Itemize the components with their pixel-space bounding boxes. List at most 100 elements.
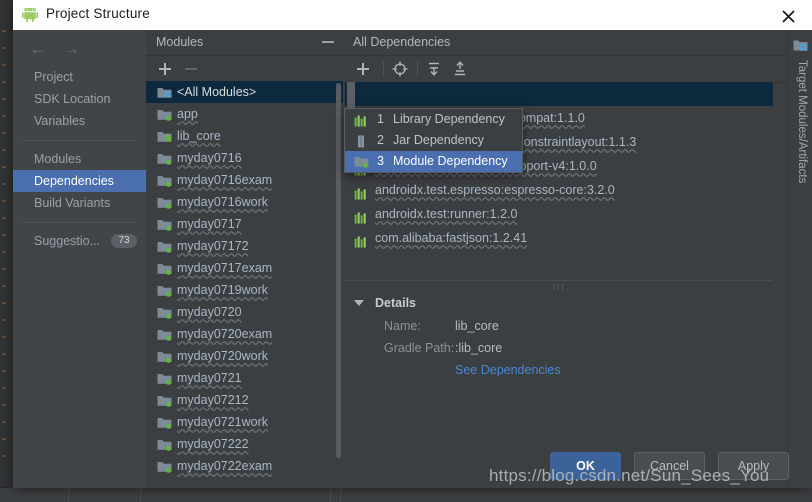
menu-item-jar-dependency[interactable]: 2 Jar Dependency — [345, 130, 522, 151]
module-folder-icon — [157, 393, 172, 407]
move-up-button[interactable] — [451, 60, 469, 78]
toolbar-divider — [417, 61, 418, 77]
module-folder-icon — [157, 107, 172, 121]
modules-list[interactable]: <All Modules> app lib_core myday0716 myday07… — [146, 81, 343, 488]
module-folder-icon — [157, 195, 172, 209]
module-list-item[interactable]: myday07212 — [146, 389, 343, 411]
panel-splitter[interactable]: ⁝⁝⁝ — [345, 280, 773, 292]
editor-code-line: - — [1, 145, 8, 157]
scope-button[interactable] — [391, 60, 409, 78]
sidebar-item-suggestio[interactable]: Suggestio... 73 — [13, 230, 146, 252]
library-icon — [354, 115, 366, 127]
move-down-button[interactable] — [425, 60, 443, 78]
module-list-item[interactable]: app — [146, 103, 343, 125]
module-folder-icon — [157, 286, 172, 297]
target-modules-icon — [793, 38, 808, 52]
module-list-item[interactable]: lib_core — [146, 125, 343, 147]
editor-code-line: - — [1, 451, 8, 463]
modules-scrollbar[interactable] — [336, 83, 341, 458]
editor-code-line: - — [1, 417, 8, 429]
details-row: Gradle Path::lib_core — [345, 339, 773, 361]
editor-code-strip: - - - - - - - - - - - - - - - - - - - - - - - - - - — [0, 24, 13, 464]
editor-code-line: - — [1, 400, 8, 412]
modules-panel: Modules <All Modules> app lib_core myday071… — [146, 30, 343, 488]
ok-button[interactable]: OK — [550, 452, 621, 480]
dialog-button-bar: OK Cancel Apply — [13, 446, 812, 488]
sidebar-item-dependencies[interactable]: Dependencies — [13, 170, 146, 192]
details-header[interactable]: Details — [345, 291, 773, 317]
screen: -------------------------- Project Struc… — [0, 0, 812, 502]
module-list-item[interactable]: myday07172 — [146, 235, 343, 257]
dependency-list-item[interactable] — [345, 82, 773, 106]
sidebar-item-project[interactable]: Project — [13, 66, 146, 88]
editor-code-line: - — [1, 162, 8, 174]
module-list-item[interactable]: myday0717 — [146, 213, 343, 235]
arrow-left-icon[interactable]: ← — [23, 40, 53, 58]
library-icon — [354, 232, 368, 248]
sidebar-item-modules[interactable]: Modules — [13, 148, 146, 170]
details-row: See Dependencies — [345, 361, 773, 383]
all-modules-icon — [157, 88, 172, 98]
apply-button[interactable]: Apply — [718, 452, 789, 480]
menu-item-module-dependency[interactable]: 3 Module Dependency — [345, 151, 522, 172]
arrow-right-icon[interactable]: → — [56, 40, 86, 58]
jar-icon — [358, 135, 364, 148]
details-row-key: Gradle Path: — [384, 341, 455, 355]
dependencies-panel-title: All Dependencies — [353, 35, 451, 49]
module-folder-icon — [157, 261, 172, 275]
editor-code-line: - — [1, 298, 8, 310]
editor-code-line: - — [1, 366, 8, 378]
ide-status-bar — [0, 487, 812, 502]
module-list-item[interactable]: myday0716 — [146, 147, 343, 169]
sidebar-item-build-variants[interactable]: Build Variants — [13, 192, 146, 214]
remove-module-button[interactable] — [182, 60, 200, 78]
minus-icon[interactable] — [322, 41, 334, 43]
dialog-body: ← → Project SDK Location Variables Modules D… — [13, 30, 812, 488]
module-list-item[interactable]: myday0717exam — [146, 257, 343, 279]
target-modules-strip: Target Modules/Artifacts — [787, 30, 812, 488]
menu-item-number: 3 — [377, 154, 384, 168]
toolbar-divider — [383, 61, 384, 77]
module-list-item[interactable]: myday0716exam — [146, 169, 343, 191]
dependency-list-item[interactable]: androidx.test.espresso:espresso-core:3.2… — [345, 178, 773, 202]
see-dependencies-link[interactable]: See Dependencies — [455, 363, 561, 377]
editor-code-line: - — [1, 77, 8, 89]
project-structure-dialog: Project Structure ← → Project SDK Locatio… — [13, 0, 812, 488]
module-name-label: myday0716exam — [177, 173, 273, 187]
menu-item-library-dependency[interactable]: 1 Library Dependency — [345, 109, 522, 130]
add-module-button[interactable] — [156, 60, 174, 78]
menu-item-number: 1 — [377, 112, 384, 126]
module-list-item[interactable]: myday0716work — [146, 191, 343, 213]
sidebar-item-sdk-location[interactable]: SDK Location — [13, 88, 146, 110]
module-list-item[interactable]: myday0719work — [146, 279, 343, 301]
module-list-item[interactable]: <All Modules> — [146, 81, 343, 103]
module-list-item[interactable]: myday0721 — [146, 367, 343, 389]
add-dependency-menu[interactable]: 1 Library Dependency 2 Jar Dependency 3 Modul… — [344, 108, 523, 173]
sidebar-item-variables[interactable]: Variables — [13, 110, 146, 132]
modules-panel-header: Modules — [146, 30, 343, 56]
module-folder-icon — [157, 220, 172, 231]
cancel-button[interactable]: Cancel — [634, 452, 705, 480]
module-folder-icon — [157, 415, 172, 429]
close-icon[interactable] — [766, 0, 812, 30]
module-folder-icon — [157, 305, 172, 319]
editor-code-line: - — [1, 26, 8, 38]
module-name-label: myday0720work — [177, 349, 269, 363]
module-folder-icon — [157, 242, 172, 253]
editor-code-line: - — [1, 383, 8, 395]
module-list-item[interactable]: myday0720exam — [146, 323, 343, 345]
module-name-label: <All Modules> — [177, 85, 257, 99]
menu-item-number: 2 — [377, 133, 384, 147]
triangle-down-icon[interactable] — [354, 300, 364, 306]
dependency-list-item[interactable]: com.alibaba:fastjson:1.2.41 — [345, 226, 773, 250]
add-dependency-button[interactable] — [354, 60, 372, 78]
module-list-item[interactable]: myday0720work — [146, 345, 343, 367]
dependency-list-item[interactable]: androidx.test:runner:1.2.0 — [345, 202, 773, 226]
menu-item-label: Jar Dependency — [393, 133, 485, 147]
android-robot-icon — [22, 6, 38, 22]
module-list-item[interactable]: myday0721work — [146, 411, 343, 433]
target-modules-label[interactable]: Target Modules/Artifacts — [792, 60, 808, 183]
module-list-item[interactable]: myday0720 — [146, 301, 343, 323]
sidebar-item-label: Modules — [34, 152, 82, 166]
all-modules-icon — [157, 85, 172, 99]
